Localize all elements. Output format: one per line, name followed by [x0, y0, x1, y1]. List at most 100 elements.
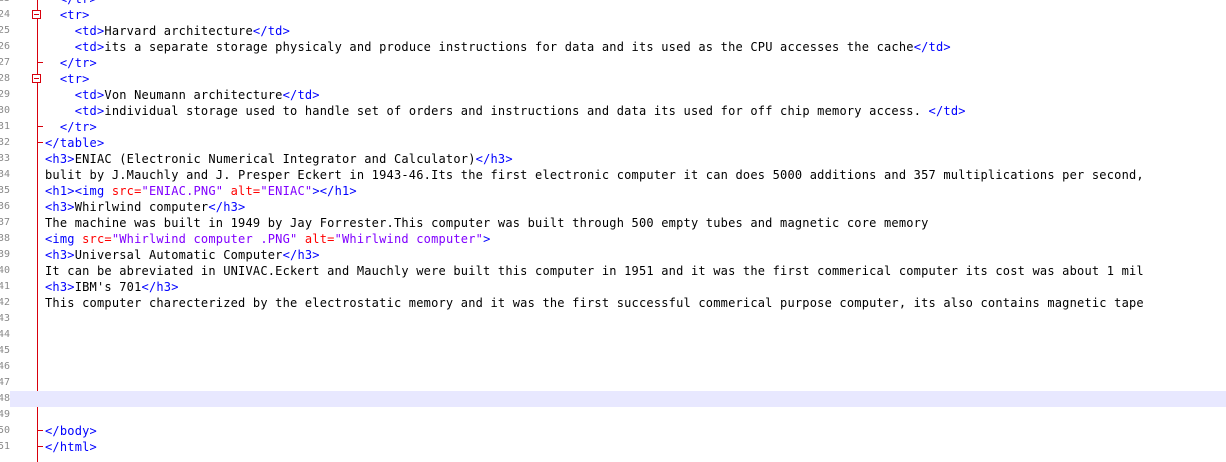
- code-line[interactable]: 40 It can be abreviated in UNIVAC.Eckert …: [0, 263, 1226, 279]
- code-line[interactable]: 35 <h1><img src="ENIAC.PNG" alt="ENIAC"><…: [0, 183, 1226, 199]
- code-line[interactable]: 39 <h3>Universal Automatic Computer</h3>: [0, 247, 1226, 263]
- code-text: </table>: [45, 135, 104, 151]
- line-number: 49: [0, 409, 10, 420]
- code-line[interactable]: 38 <img src="Whirlwind computer .PNG" alt…: [0, 231, 1226, 247]
- html-tag-token: <tr>: [45, 72, 90, 86]
- line-number: 47: [0, 377, 10, 388]
- code-line[interactable]: 49: [0, 407, 1226, 423]
- code-text: <td>Von Neumann architecture</td>: [45, 87, 320, 103]
- line-number: 42: [0, 297, 10, 308]
- code-line[interactable]: 50 </body>: [0, 423, 1226, 439]
- code-text: <td>Harvard architecture</td>: [45, 23, 290, 39]
- html-tag-token: <img: [45, 232, 83, 246]
- line-number: 48: [0, 391, 10, 407]
- code-text: </html>: [45, 439, 97, 455]
- text-token: ENIAC (Electronic Numerical Integrator a…: [74, 152, 476, 166]
- line-number: 51: [0, 441, 10, 452]
- code-text: </tr>: [45, 55, 97, 71]
- html-tag-token: >: [483, 232, 491, 246]
- code-text: <h3>Whirlwind computer</h3>: [45, 199, 245, 215]
- text-token: The machine was built in 1949 by Jay For…: [45, 216, 929, 230]
- code-text: The machine was built in 1949 by Jay For…: [45, 215, 929, 231]
- code-text: </tr>: [45, 119, 97, 135]
- line-number: 33: [0, 153, 10, 164]
- code-text: bulit by J.Mauchly and J. Presper Eckert…: [45, 167, 1144, 183]
- text-token: IBM's 701: [74, 280, 142, 294]
- code-line[interactable]: 44: [0, 327, 1226, 343]
- code-line[interactable]: 29 <td>Von Neumann architecture</td>: [0, 87, 1226, 103]
- code-line[interactable]: 51 </html>: [0, 439, 1226, 455]
- html-tag-token: <h3>: [45, 200, 75, 214]
- line-number: 50: [0, 425, 10, 436]
- line-number: 37: [0, 217, 10, 228]
- code-text: This computer charecterized by the elect…: [45, 295, 1144, 311]
- line-number: 46: [0, 361, 10, 372]
- text-token: This computer charecterized by the elect…: [45, 296, 1144, 310]
- html-tag-token: </body>: [45, 424, 97, 438]
- fold-toggle-icon[interactable]: [32, 10, 41, 19]
- html-tag-token: <h3>: [45, 152, 75, 166]
- html-tag-token: </tr>: [45, 120, 97, 134]
- text-token: Von Neumann architecture: [104, 88, 283, 102]
- code-text: <h3>Universal Automatic Computer</h3>: [45, 247, 320, 263]
- code-text: <h1><img src="ENIAC.PNG" alt="ENIAC"></h…: [45, 183, 357, 199]
- html-tag-token: </tr>: [45, 0, 97, 6]
- fold-end-marker: [37, 126, 43, 127]
- line-number: 23: [0, 0, 10, 7]
- text-token: individual storage used to handle set of…: [104, 104, 929, 118]
- html-tag-token: </h3>: [141, 280, 179, 294]
- code-line[interactable]: 28 <tr>: [0, 71, 1226, 87]
- code-line[interactable]: 24 <tr>: [0, 7, 1226, 23]
- line-number: 40: [0, 265, 10, 276]
- text-token: its a separate storage physicaly and pro…: [104, 40, 914, 54]
- text-token: Whirlwind computer: [74, 200, 209, 214]
- code-line[interactable]: 41 <h3>IBM's 701</h3>: [0, 279, 1226, 295]
- code-line[interactable]: 45: [0, 343, 1226, 359]
- html-value-token: "Whirlwind computer .PNG": [111, 232, 298, 246]
- code-line[interactable]: 32 </table>: [0, 135, 1226, 151]
- html-tag-token: </tr>: [45, 56, 97, 70]
- html-tag-token: </html>: [45, 440, 97, 454]
- code-line[interactable]: 37 The machine was built in 1949 by Jay F…: [0, 215, 1226, 231]
- line-number: 39: [0, 249, 10, 260]
- code-text: </body>: [45, 423, 97, 439]
- html-tag-token: <h3>: [45, 248, 75, 262]
- line-number: 32: [0, 137, 10, 148]
- fold-end-marker: [37, 430, 43, 431]
- code-line[interactable]: 33 <h3>ENIAC (Electronic Numerical Integr…: [0, 151, 1226, 167]
- line-number: 28: [0, 73, 10, 84]
- code-line[interactable]: 34 bulit by J.Mauchly and J. Presper Ecke…: [0, 167, 1226, 183]
- code-line[interactable]: 27 </tr>: [0, 55, 1226, 71]
- code-line[interactable]: 26 <td>its a separate storage physicaly …: [0, 39, 1226, 55]
- html-tag-token: </h3>: [475, 152, 513, 166]
- html-tag-token: <h3>: [45, 280, 75, 294]
- code-text: </tr>: [45, 0, 97, 7]
- line-number: 44: [0, 329, 10, 340]
- fold-toggle-icon[interactable]: [32, 74, 41, 83]
- text-token: Universal Automatic Computer: [74, 248, 283, 262]
- line-number: 43: [0, 313, 10, 324]
- code-line[interactable]: 31 </tr>: [0, 119, 1226, 135]
- html-attribute-token: alt=: [223, 184, 261, 198]
- html-tag-token: <td>: [45, 88, 105, 102]
- code-text: <tr>: [45, 71, 90, 87]
- line-number: 24: [0, 9, 10, 20]
- code-line[interactable]: 36 <h3>Whirlwind computer</h3>: [0, 199, 1226, 215]
- code-line[interactable]: 43: [0, 311, 1226, 327]
- code-line[interactable]: 42 This computer charecterized by the ele…: [0, 295, 1226, 311]
- code-line[interactable]: 48: [0, 391, 1226, 407]
- code-editor[interactable]: 23 </tr>24 <tr>25 <td>Harvard architectu…: [0, 0, 1226, 462]
- html-value-token: "Whirlwind computer": [334, 232, 484, 246]
- code-line[interactable]: 23 </tr>: [0, 0, 1226, 7]
- code-line[interactable]: 47: [0, 375, 1226, 391]
- code-line[interactable]: 30 <td>individual storage used to handle…: [0, 103, 1226, 119]
- fold-end-marker: [37, 62, 43, 63]
- code-line[interactable]: 46: [0, 359, 1226, 375]
- line-number: 27: [0, 57, 10, 68]
- code-text: <td>individual storage used to handle se…: [45, 103, 966, 119]
- code-line[interactable]: 25 <td>Harvard architecture</td>: [0, 23, 1226, 39]
- line-number: 35: [0, 185, 10, 196]
- html-tag-token: <tr>: [45, 8, 90, 22]
- html-value-token: "ENIAC.PNG": [141, 184, 224, 198]
- html-tag-token: </td>: [252, 24, 291, 38]
